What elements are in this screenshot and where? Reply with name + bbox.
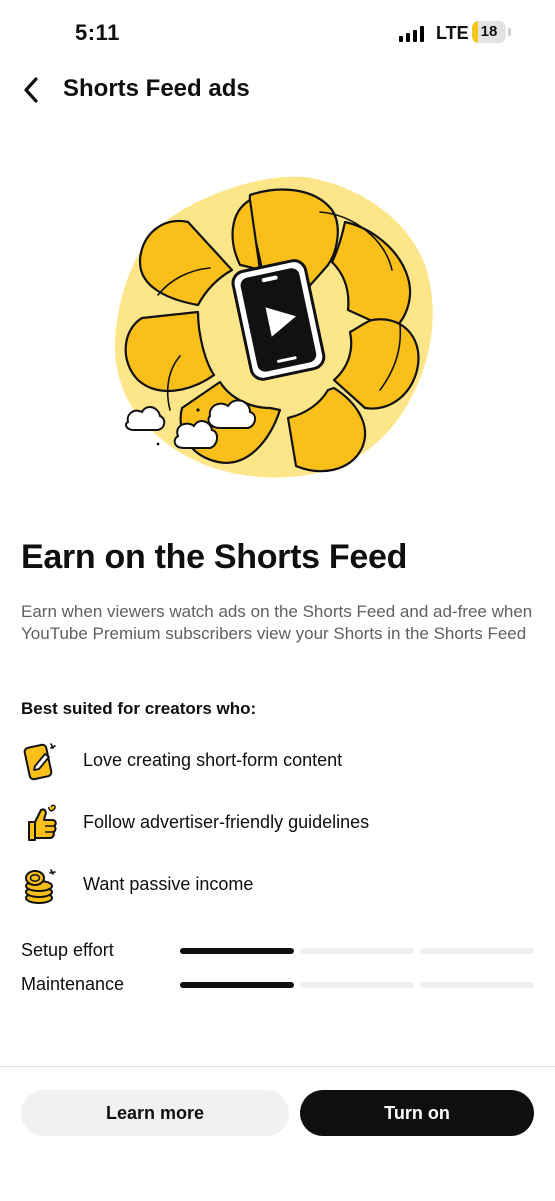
battery-icon: 18 bbox=[472, 21, 506, 43]
chevron-left-icon bbox=[24, 77, 38, 103]
status-time: 5:11 bbox=[75, 20, 120, 45]
status-bar: 5:11 LTE 18 bbox=[0, 0, 555, 64]
feature-label: Love creating short-form content bbox=[83, 750, 343, 770]
meter-segment bbox=[300, 948, 414, 954]
description: Earn when viewers watch ads on the Short… bbox=[21, 602, 533, 643]
setup-effort-label: Setup effort bbox=[21, 940, 114, 960]
learn-more-button[interactable]: Learn more bbox=[21, 1090, 289, 1136]
meter-segment bbox=[180, 948, 294, 954]
feature-label: Want passive income bbox=[83, 874, 254, 894]
setup-effort-row: Setup effort bbox=[21, 938, 536, 962]
headline: Earn on the Shorts Feed bbox=[21, 538, 408, 576]
maintenance-row: Maintenance bbox=[21, 972, 536, 996]
thumbs-up-icon bbox=[28, 804, 57, 841]
app-header: Shorts Feed ads bbox=[0, 64, 555, 116]
feature-passive-income: Want passive income bbox=[21, 864, 521, 908]
signal-strength-icon bbox=[399, 26, 424, 42]
coins-icon bbox=[25, 869, 56, 904]
hero-illustration bbox=[110, 170, 445, 485]
battery-cap bbox=[508, 28, 511, 36]
action-footer: Learn more Turn on bbox=[0, 1066, 555, 1201]
meter-segment bbox=[180, 982, 294, 988]
turn-on-button[interactable]: Turn on bbox=[300, 1090, 534, 1136]
maintenance-label: Maintenance bbox=[21, 974, 125, 994]
setup-effort-meter bbox=[180, 948, 534, 954]
page-title: Shorts Feed ads bbox=[63, 75, 250, 102]
feature-label: Follow advertiser-friendly guidelines bbox=[83, 812, 370, 832]
meter-segment bbox=[420, 982, 534, 988]
battery-level: 18 bbox=[480, 23, 498, 40]
phone-pencil-icon bbox=[23, 743, 56, 781]
feature-guidelines: Follow advertiser-friendly guidelines bbox=[21, 802, 521, 846]
maintenance-meter bbox=[180, 982, 534, 988]
meter-segment bbox=[420, 948, 534, 954]
suited-heading: Best suited for creators who: bbox=[21, 699, 257, 718]
feature-short-form: Love creating short-form content bbox=[21, 740, 521, 784]
network-type: LTE bbox=[436, 23, 469, 43]
back-button[interactable] bbox=[14, 72, 50, 108]
meter-segment bbox=[300, 982, 414, 988]
